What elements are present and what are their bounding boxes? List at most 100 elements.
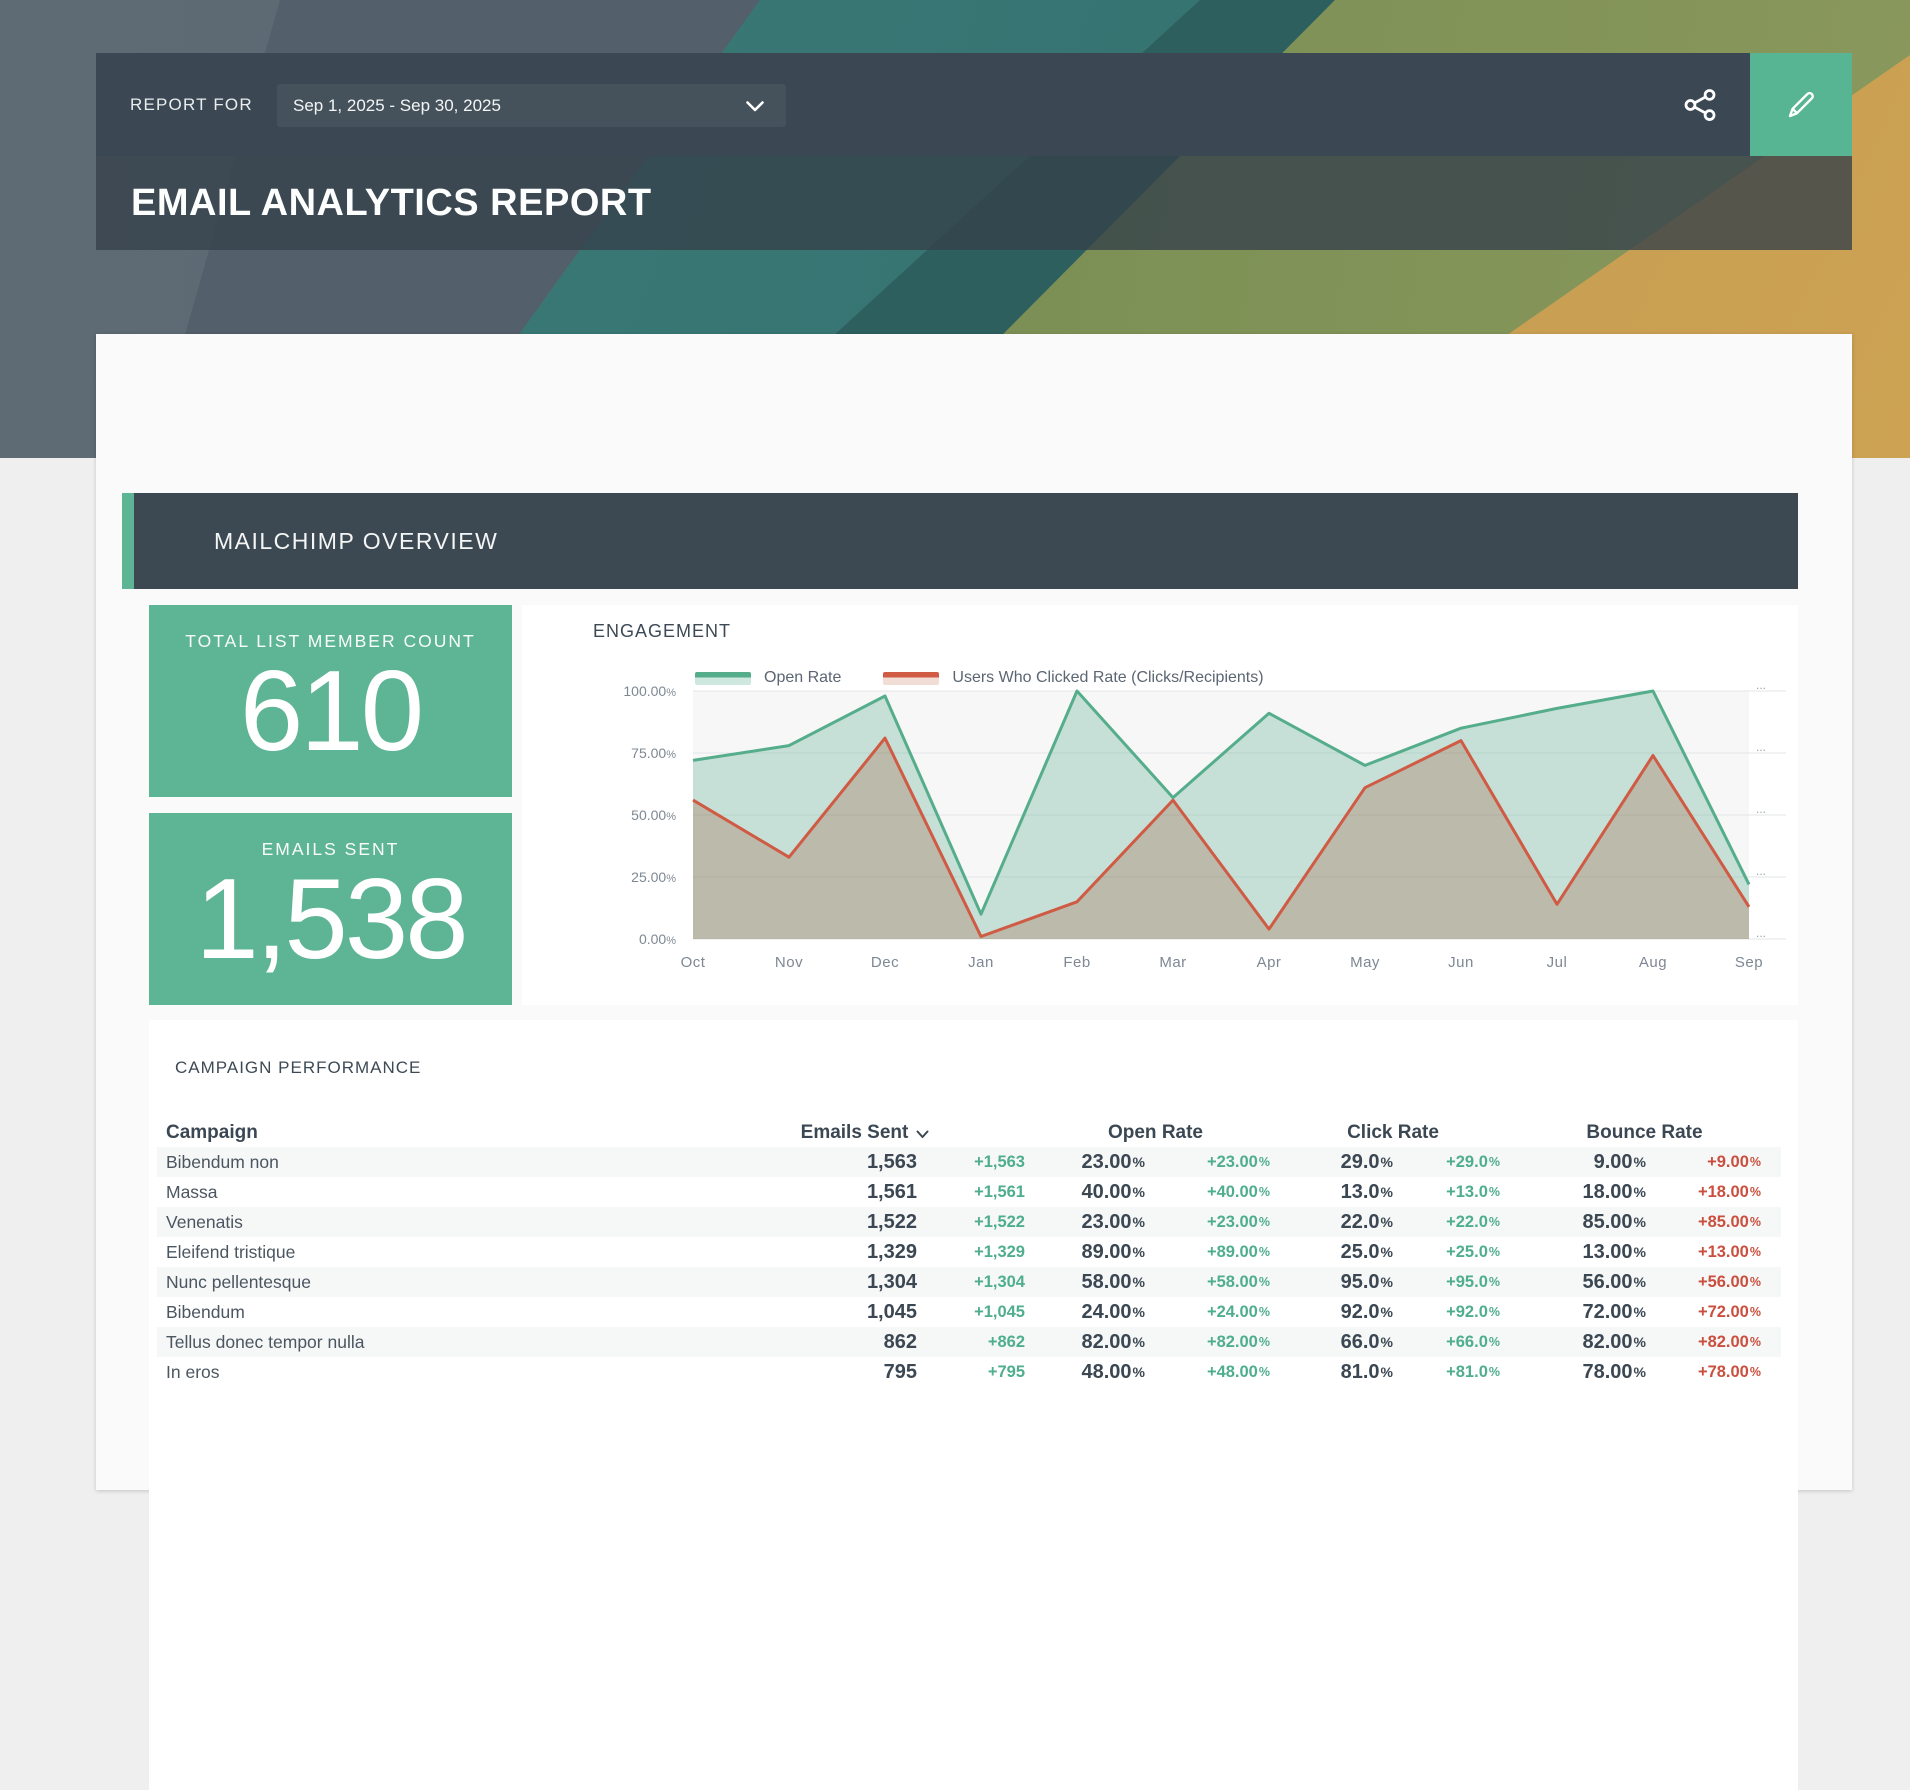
open-rate-value: 24.00% (1033, 1301, 1153, 1324)
open-rate-delta: +82.00% (1153, 1333, 1278, 1352)
stat-value: 1,538 (149, 865, 512, 975)
click-rate-value: 29.0% (1278, 1151, 1401, 1174)
open-rate-delta: +89.00% (1153, 1243, 1278, 1262)
section-title: MAILCHIMP OVERVIEW (214, 528, 498, 555)
svg-text:Jun: Jun (1448, 954, 1474, 971)
campaign-name: In eros (157, 1362, 697, 1383)
click-rate-value: 95.0% (1278, 1271, 1401, 1294)
open-rate-value: 82.00% (1033, 1331, 1153, 1354)
emails-sent-value: 862 (697, 1331, 925, 1354)
campaign-name: Bibendum non (157, 1152, 697, 1173)
date-range-value: Sep 1, 2025 - Sep 30, 2025 (293, 84, 501, 127)
table-row: In eros795+79548.00%+48.00%81.0%+81.0%78… (157, 1357, 1781, 1387)
click-rate-delta: +81.0% (1401, 1363, 1508, 1382)
click-rate-value: 92.0% (1278, 1301, 1401, 1324)
report-header-bar: REPORT FOR Sep 1, 2025 - Sep 30, 2025 (96, 53, 1750, 156)
campaign-name: Tellus donec tempor nulla (157, 1332, 697, 1353)
click-rate-delta: +95.0% (1401, 1273, 1508, 1292)
page-title: EMAIL ANALYTICS REPORT (131, 182, 652, 225)
emails-sent-delta: +1,304 (925, 1273, 1033, 1292)
svg-text:Dec: Dec (871, 954, 899, 971)
open-rate-delta: +58.00% (1153, 1273, 1278, 1292)
bounce-rate-value: 72.00% (1508, 1301, 1654, 1324)
open-rate-delta: +24.00% (1153, 1303, 1278, 1322)
sort-chevron-icon (916, 1130, 929, 1139)
bounce-rate-delta: +85.00% (1654, 1213, 1781, 1232)
emails-sent-value: 1,329 (697, 1241, 925, 1264)
open-rate-value: 89.00% (1033, 1241, 1153, 1264)
click-rate-value: 13.0% (1278, 1181, 1401, 1204)
click-rate-value: 22.0% (1278, 1211, 1401, 1234)
share-button[interactable] (1680, 85, 1720, 125)
svg-text:Sep: Sep (1735, 954, 1763, 971)
column-header-campaign[interactable]: Campaign (157, 1118, 697, 1148)
open-rate-value: 58.00% (1033, 1271, 1153, 1294)
emails-sent-delta: +862 (925, 1333, 1033, 1352)
svg-text:Feb: Feb (1063, 954, 1090, 971)
bounce-rate-delta: +78.00% (1654, 1363, 1781, 1382)
engagement-widget: ENGAGEMENT Open Rate Users Who Clicked R… (522, 605, 1798, 1005)
click-rate-delta: +29.0% (1401, 1153, 1508, 1172)
svg-text:...: ... (1756, 926, 1766, 940)
svg-text:Mar: Mar (1159, 954, 1186, 971)
bounce-rate-value: 18.00% (1508, 1181, 1654, 1204)
table-title: CAMPAIGN PERFORMANCE (175, 1058, 421, 1078)
svg-text:Nov: Nov (775, 954, 803, 971)
emails-sent-value: 795 (697, 1361, 925, 1384)
bounce-rate-delta: +13.00% (1654, 1243, 1781, 1262)
svg-text:Jan: Jan (968, 954, 994, 971)
click-rate-delta: +13.0% (1401, 1183, 1508, 1202)
table-body: Bibendum non1,563+1,56323.00%+23.00%29.0… (157, 1147, 1781, 1387)
svg-text:May: May (1350, 954, 1380, 971)
svg-text:0.00%: 0.00% (639, 931, 676, 947)
emails-sent-delta: +1,522 (925, 1213, 1033, 1232)
column-header-bounce-rate[interactable]: Bounce Rate (1508, 1118, 1781, 1148)
svg-text:...: ... (1756, 864, 1766, 878)
bounce-rate-delta: +72.00% (1654, 1303, 1781, 1322)
campaign-name: Eleifend tristique (157, 1242, 697, 1263)
section-accent (122, 493, 134, 589)
emails-sent-delta: +1,329 (925, 1243, 1033, 1262)
column-header-open-rate[interactable]: Open Rate (1033, 1118, 1278, 1148)
share-icon (1683, 88, 1717, 122)
svg-text:50.00%: 50.00% (631, 807, 676, 823)
open-rate-value: 23.00% (1033, 1211, 1153, 1234)
svg-text:25.00%: 25.00% (631, 869, 676, 885)
svg-text:...: ... (1756, 678, 1766, 692)
emails-sent-delta: +1,563 (925, 1153, 1033, 1172)
edit-button[interactable] (1750, 53, 1852, 156)
report-title-bar: EMAIL ANALYTICS REPORT (96, 156, 1852, 250)
emails-sent-value: 1,563 (697, 1151, 925, 1174)
table-row: Tellus donec tempor nulla862+86282.00%+8… (157, 1327, 1781, 1357)
bounce-rate-value: 82.00% (1508, 1331, 1654, 1354)
open-rate-delta: +23.00% (1153, 1153, 1278, 1172)
svg-text:100.00%: 100.00% (623, 683, 676, 699)
bounce-rate-value: 13.00% (1508, 1241, 1654, 1264)
table-row: Eleifend tristique1,329+1,32989.00%+89.0… (157, 1237, 1781, 1267)
open-rate-delta: +23.00% (1153, 1213, 1278, 1232)
click-rate-delta: +25.0% (1401, 1243, 1508, 1262)
date-range-dropdown[interactable]: Sep 1, 2025 - Sep 30, 2025 (277, 84, 786, 127)
column-header-click-rate[interactable]: Click Rate (1278, 1118, 1508, 1148)
svg-text:75.00%: 75.00% (631, 745, 676, 761)
bounce-rate-delta: +9.00% (1654, 1153, 1781, 1172)
stat-value: 610 (149, 657, 512, 767)
bounce-rate-value: 9.00% (1508, 1151, 1654, 1174)
table-header: Campaign Emails Sent Open Rate Click Rat… (157, 1118, 1781, 1148)
engagement-area-chart: 100.00%75.00%50.00%25.00%0.00%..........… (522, 605, 1798, 1005)
open-rate-delta: +40.00% (1153, 1183, 1278, 1202)
table-row: Nunc pellentesque1,304+1,30458.00%+58.00… (157, 1267, 1781, 1297)
emails-sent-value: 1,561 (697, 1181, 925, 1204)
bounce-rate-delta: +18.00% (1654, 1183, 1781, 1202)
svg-text:Aug: Aug (1639, 954, 1667, 971)
svg-text:Jul: Jul (1547, 954, 1568, 971)
campaign-name: Nunc pellentesque (157, 1272, 697, 1293)
emails-sent-value: 1,045 (697, 1301, 925, 1324)
column-header-emails-sent[interactable]: Emails Sent (697, 1118, 1033, 1148)
open-rate-value: 23.00% (1033, 1151, 1153, 1174)
stat-card-emails-sent: EMAILS SENT 1,538 (149, 813, 512, 1005)
bounce-rate-delta: +56.00% (1654, 1273, 1781, 1292)
emails-sent-delta: +1,561 (925, 1183, 1033, 1202)
click-rate-delta: +66.0% (1401, 1333, 1508, 1352)
bounce-rate-delta: +82.00% (1654, 1333, 1781, 1352)
